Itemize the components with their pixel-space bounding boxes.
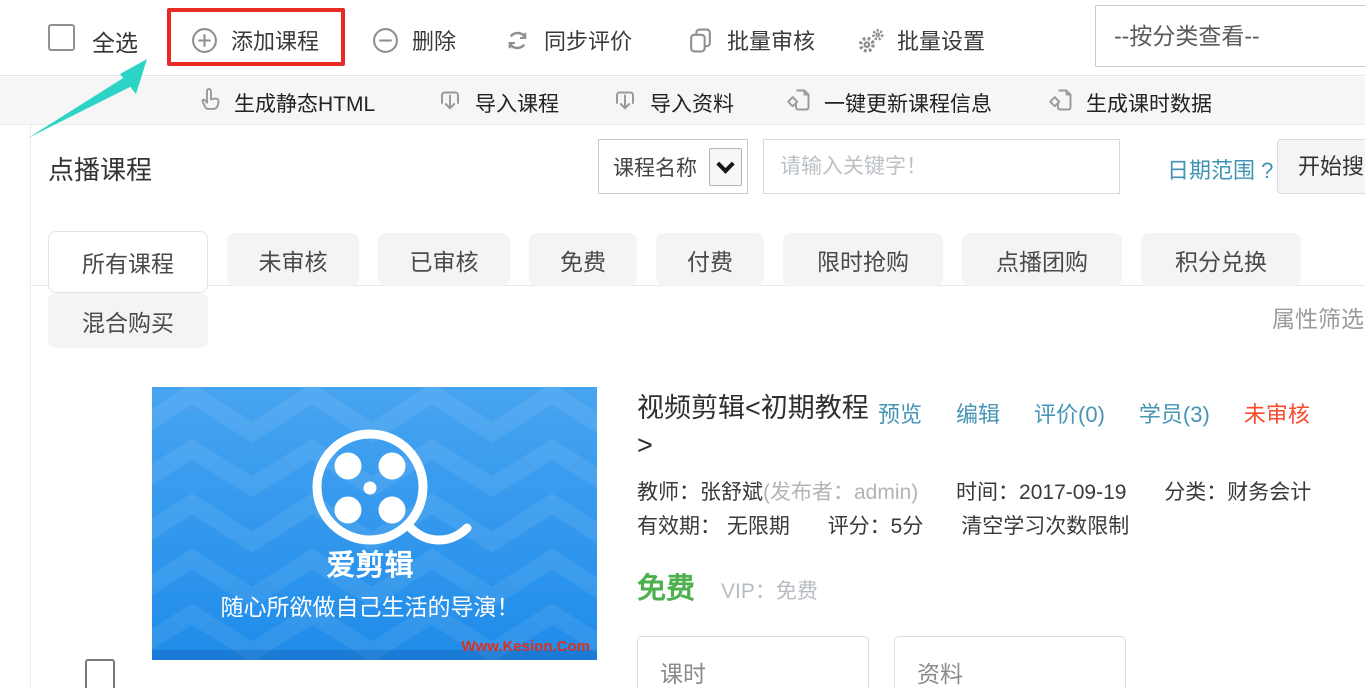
tab-all-courses[interactable]: 所有课程	[48, 231, 208, 293]
chevron-down-icon	[709, 148, 742, 186]
select-all-label: 全选	[92, 30, 138, 56]
tab-free[interactable]: 免费	[529, 233, 637, 286]
course-thumbnail[interactable]: 爱剪辑 随心所欲做自己生活的导演！ Www.Kesion.Com	[152, 387, 597, 660]
date-range-link[interactable]: 日期范围 ?	[1167, 153, 1273, 185]
price-label: 免费	[637, 573, 696, 605]
batch-settings-button[interactable]: 批量设置	[857, 24, 985, 56]
edit-link[interactable]: 编辑	[956, 397, 1000, 429]
tab-points-exchange[interactable]: 积分兑换	[1141, 233, 1301, 286]
students-link[interactable]: 学员(3)	[1139, 397, 1210, 429]
main-toolbar: 全选 添加课程 删除 同步评价 批量审核 批量设置 --按分类查看--	[0, 0, 1365, 76]
thumbnail-slogan-text: 随心所欲做自己生活的导演！	[221, 594, 520, 620]
tab-flash-sale[interactable]: 限时抢购	[783, 233, 943, 286]
import-courses-button[interactable]: 导入课程	[437, 87, 559, 119]
add-course-button[interactable]: 添加课程	[191, 24, 319, 56]
gears-icon	[857, 27, 884, 54]
course-time: 时间：2017-09-19	[956, 481, 1127, 504]
thumbnail-brand-text: 爱剪辑	[326, 549, 413, 582]
select-all-checkbox[interactable]	[48, 24, 75, 51]
hand-pointer-icon	[196, 87, 222, 119]
delete-button[interactable]: 删除	[372, 24, 456, 56]
tab-mixed-purchase[interactable]: 混合购买	[48, 293, 208, 348]
lessons-panel[interactable]: 课时	[637, 636, 869, 688]
search-button[interactable]: 开始搜索	[1277, 139, 1365, 194]
search-field-select[interactable]: 课程名称	[598, 139, 748, 194]
search-field-value: 课程名称	[613, 156, 697, 180]
course-title[interactable]: 视频剪辑<初期教程>	[637, 390, 882, 464]
category-filter-select[interactable]: --按分类查看--	[1095, 5, 1365, 67]
publisher-text: (发布者：admin)	[763, 481, 919, 504]
course-category: 分类：财务会计	[1164, 481, 1312, 504]
price-row: 免费 VIP：免费	[637, 565, 818, 607]
course-meta: 教师：张舒斌(发布者：admin) 时间：2017-09-19 分类：财务会计 …	[637, 476, 1364, 544]
batch-audit-label: 批量审核	[727, 29, 816, 54]
import-materials-button[interactable]: 导入资料	[612, 87, 734, 119]
generate-static-html-label: 生成静态HTML	[234, 93, 376, 116]
course-tabs: 所有课程 未审核 已审核 免费 付费 限时抢购 点播团购 积分兑换	[48, 231, 1301, 293]
delete-label: 删除	[412, 29, 457, 54]
minus-circle-icon	[372, 27, 399, 54]
tab-unaudited[interactable]: 未审核	[227, 233, 359, 286]
import-icon	[437, 87, 463, 119]
course-admin-page: 全选 添加课程 删除 同步评价 批量审核 批量设置 --按分类查看-- 生成静态…	[0, 0, 1365, 688]
import-materials-label: 导入资料	[650, 93, 734, 116]
secondary-toolbar: 生成静态HTML 导入课程 导入资料 一键更新课程信息 生成课时数据	[0, 77, 1365, 125]
update-course-info-button[interactable]: 一键更新课程信息	[786, 87, 992, 119]
sync-reviews-button[interactable]: 同步评价	[504, 24, 632, 56]
clear-study-limit-link[interactable]: 清空学习次数限制	[961, 515, 1129, 538]
plus-circle-icon	[191, 27, 218, 54]
import-icon	[612, 87, 638, 119]
course-validity: 有效期： 无限期	[637, 515, 790, 538]
course-row-checkbox[interactable]	[85, 659, 115, 688]
tab-paid[interactable]: 付费	[656, 233, 764, 286]
keyword-input[interactable]	[763, 139, 1120, 194]
reviews-link[interactable]: 评价(0)	[1034, 397, 1105, 429]
lessons-panel-label: 课时	[660, 661, 706, 687]
tab-group-buy[interactable]: 点播团购	[962, 233, 1122, 286]
thumbnail-watermark-text: Www.Kesion.Com	[461, 638, 590, 655]
preview-link[interactable]: 预览	[878, 397, 922, 429]
status-badge[interactable]: 未审核	[1244, 397, 1310, 429]
generate-lesson-data-button[interactable]: 生成课时数据	[1048, 87, 1212, 119]
course-action-links: 预览 编辑 评价(0) 学员(3) 未审核	[878, 397, 1310, 429]
attribute-filter-label[interactable]: 属性筛选	[1272, 300, 1364, 334]
copy-pages-icon	[687, 27, 714, 54]
materials-panel[interactable]: 资料	[894, 636, 1126, 688]
doc-refresh-icon	[786, 87, 812, 119]
category-filter-value: --按分类查看--	[1114, 23, 1260, 49]
sync-reviews-label: 同步评价	[544, 29, 633, 54]
vip-price-label: VIP：免费	[721, 580, 818, 603]
update-course-info-label: 一键更新课程信息	[824, 93, 992, 116]
doc-refresh-icon	[1048, 87, 1074, 119]
generate-lesson-data-label: 生成课时数据	[1086, 93, 1212, 116]
page-title: 点播课程	[48, 155, 153, 185]
teacher-name: 张舒斌	[700, 481, 763, 504]
sync-icon	[504, 27, 531, 54]
batch-audit-button[interactable]: 批量审核	[687, 24, 815, 56]
materials-panel-label: 资料	[917, 661, 963, 687]
teacher-label: 教师：	[637, 481, 700, 504]
generate-static-html-button[interactable]: 生成静态HTML	[196, 87, 375, 119]
batch-settings-label: 批量设置	[897, 29, 986, 54]
add-course-label: 添加课程	[231, 29, 320, 54]
import-courses-label: 导入课程	[475, 93, 559, 116]
tab-audited[interactable]: 已审核	[378, 233, 510, 286]
course-rating: 评分：5分	[827, 515, 924, 538]
